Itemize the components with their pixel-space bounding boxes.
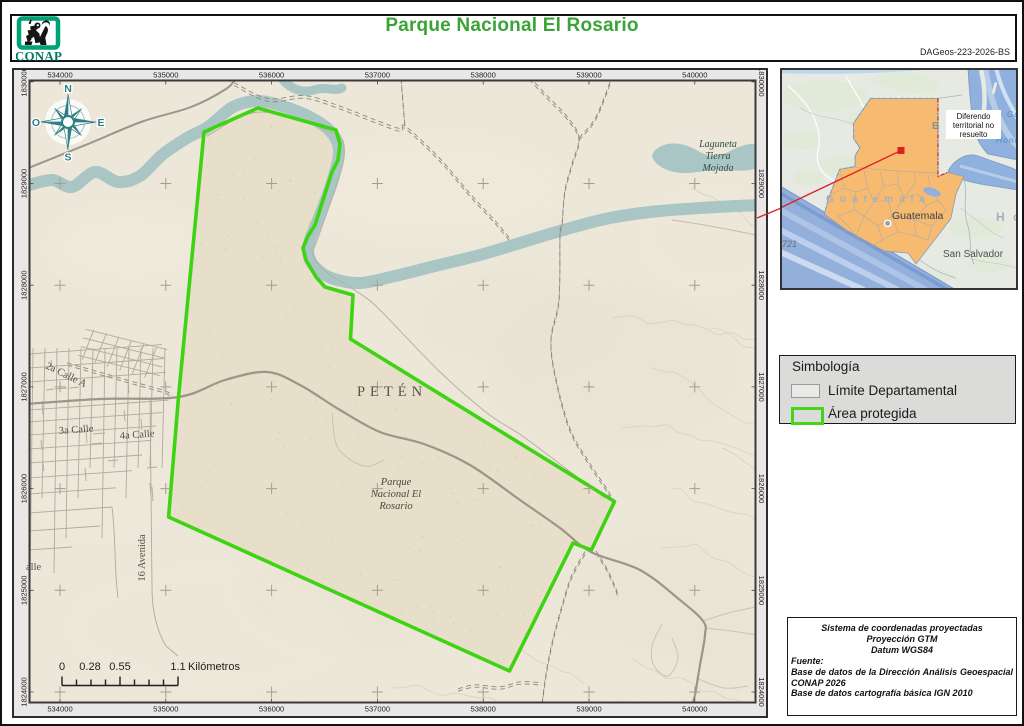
svg-text:534000: 534000 [47, 71, 72, 80]
svg-text:1825000: 1825000 [20, 576, 29, 606]
svg-text:1825000: 1825000 [757, 576, 766, 606]
svg-text:0.28: 0.28 [79, 661, 100, 673]
svg-text:539000: 539000 [576, 71, 601, 80]
svg-text:1824000: 1824000 [757, 677, 766, 707]
svg-text:539000: 539000 [576, 705, 601, 714]
svg-text:534000: 534000 [47, 705, 72, 714]
svg-text:536000: 536000 [259, 71, 284, 80]
svg-text:1830000: 1830000 [20, 68, 29, 97]
svg-text:0.55: 0.55 [109, 661, 130, 673]
svg-text:1828000: 1828000 [20, 270, 29, 300]
svg-text:N: N [64, 83, 72, 95]
svg-text:1824000: 1824000 [20, 677, 29, 707]
svg-text:537000: 537000 [365, 71, 390, 80]
svg-text:E: E [97, 117, 104, 129]
svg-text:B: B [932, 121, 939, 132]
svg-text:538000: 538000 [471, 71, 496, 80]
svg-text:Tierra: Tierra [705, 151, 730, 162]
svg-text:alle: alle [26, 562, 41, 573]
svg-text:540000: 540000 [682, 705, 707, 714]
svg-text:Parque: Parque [380, 477, 412, 488]
svg-text:0: 0 [59, 661, 65, 673]
svg-text:CONAP: CONAP [16, 49, 62, 64]
svg-text:1828000: 1828000 [757, 270, 766, 300]
svg-text:Diferendo: Diferendo [957, 112, 991, 121]
svg-text:1.1: 1.1 [170, 661, 185, 673]
svg-text:H o: H o [996, 210, 1018, 224]
svg-text:1827000: 1827000 [757, 372, 766, 402]
svg-text:1827000: 1827000 [20, 372, 29, 402]
svg-text:1829000: 1829000 [20, 169, 29, 199]
svg-text:536000: 536000 [259, 705, 284, 714]
svg-text:Guatemala: Guatemala [892, 210, 944, 222]
svg-text:G u a t e m a l a: G u a t e m a l a [826, 194, 927, 205]
svg-text:Laguneta: Laguneta [698, 139, 737, 150]
svg-text:territorial no: territorial no [953, 121, 995, 130]
svg-text:538000: 538000 [471, 705, 496, 714]
svg-text:1829000: 1829000 [757, 169, 766, 199]
svg-text:Mojada: Mojada [701, 163, 733, 174]
svg-text:PETÉN: PETÉN [357, 383, 427, 400]
svg-text:O: O [32, 117, 40, 129]
svg-text:535000: 535000 [153, 71, 178, 80]
svg-text:535000: 535000 [153, 705, 178, 714]
svg-text:1826000: 1826000 [757, 474, 766, 504]
svg-text:540000: 540000 [682, 71, 707, 80]
svg-text:Nacional El: Nacional El [370, 489, 422, 500]
svg-text:S: S [64, 152, 71, 164]
svg-text:Kilómetros: Kilómetros [188, 661, 240, 673]
svg-text:537000: 537000 [365, 705, 390, 714]
svg-text:San Salvador: San Salvador [943, 249, 1004, 260]
svg-text:Rosario: Rosario [378, 501, 412, 512]
svg-text:1826000: 1826000 [20, 474, 29, 504]
svg-text:1830000: 1830000 [757, 68, 766, 97]
svg-text:16 Avenida: 16 Avenida [137, 534, 148, 582]
svg-text:resuelto: resuelto [960, 130, 988, 139]
svg-text:721: 721 [782, 239, 797, 249]
